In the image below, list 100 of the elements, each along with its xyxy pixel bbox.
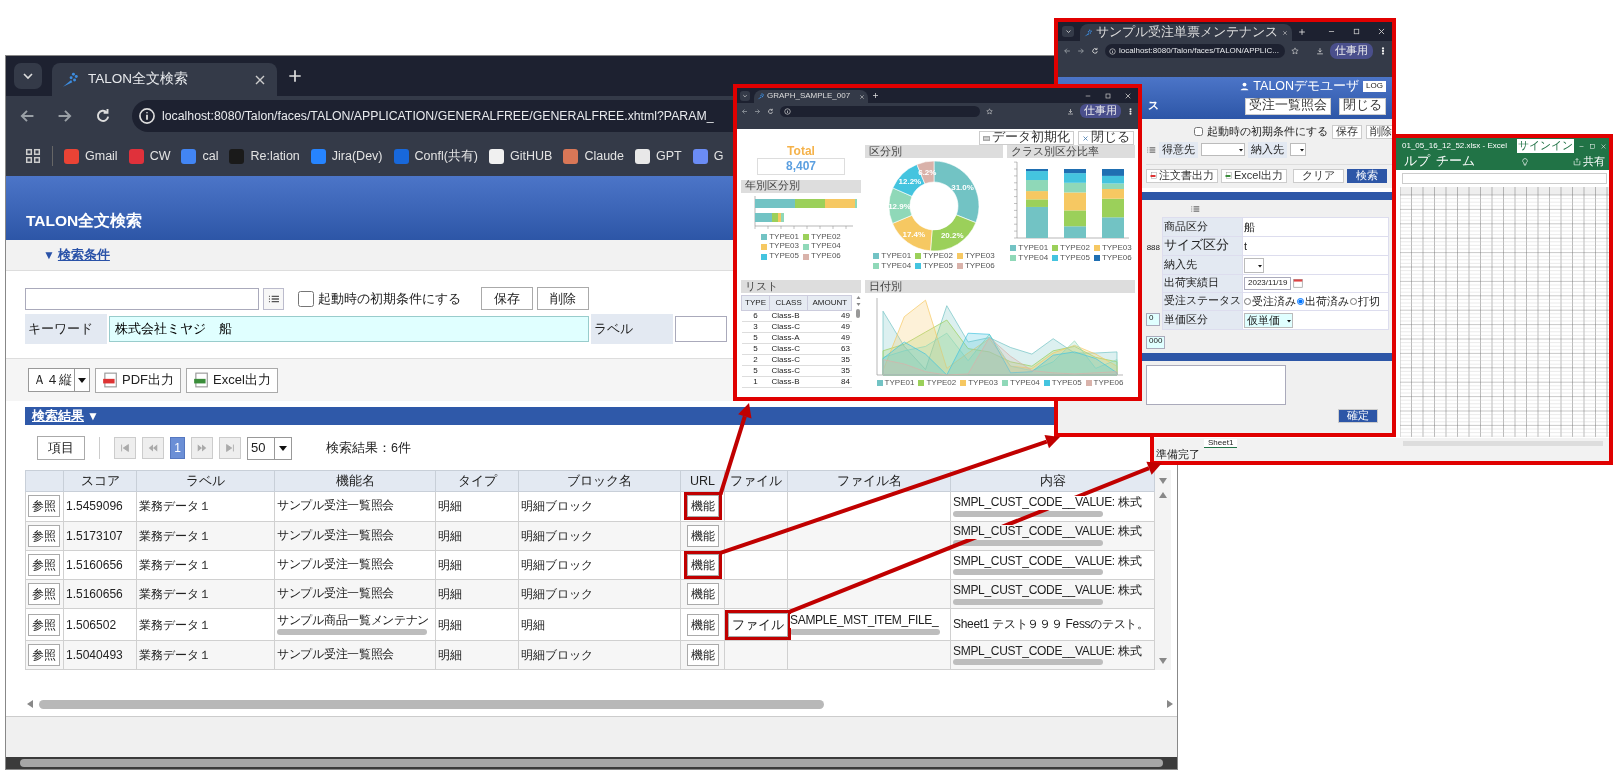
table-cell: 業務データ１	[136, 550, 275, 580]
profile-button[interactable]: 仕事用	[1080, 104, 1121, 118]
browser-tab[interactable]: TALON全文検索	[52, 63, 277, 96]
table-cell: 1.5459096	[63, 491, 137, 522]
function-button[interactable]: 機能	[686, 553, 719, 576]
data-label: 17.4%	[902, 229, 926, 239]
column-header: スコア	[63, 470, 137, 492]
legend-item: TYPE02	[918, 379, 957, 388]
paper-size-select[interactable]: Ａ４縦	[28, 368, 90, 392]
select-field[interactable]: 仮単価	[1244, 313, 1293, 328]
table-cell: 明細	[435, 521, 519, 551]
save-button[interactable]: 保存	[481, 287, 533, 310]
table-cell: Class-B	[769, 376, 808, 388]
table-cell: 明細ブロック	[518, 640, 681, 670]
bookmark-link[interactable]: G	[692, 146, 724, 166]
table-cell: 84	[807, 376, 852, 388]
legend-item: TYPE01	[873, 252, 912, 261]
legend-item: TYPE03	[956, 252, 995, 261]
function-button[interactable]: 機能	[686, 613, 719, 636]
function-button[interactable]: 機能	[686, 495, 719, 518]
save-button[interactable]: 保存	[1332, 124, 1362, 139]
table-cell: 明細ブロック	[518, 521, 681, 551]
legend-item: TYPE02	[1052, 244, 1090, 253]
browser-tab[interactable]: GRAPH_SAMPLE_007	[754, 90, 869, 103]
field-label: 納入先	[1248, 141, 1287, 158]
column-header: AMOUNT	[807, 295, 852, 311]
function-button[interactable]: 機能	[686, 583, 719, 606]
sheet-tab[interactable]: Sheet1	[1204, 438, 1238, 449]
table-cell: サンプル受注一覧照会	[277, 648, 394, 662]
table-cell: 35	[807, 354, 852, 366]
order-list-button[interactable]: 受注一覧照会	[1245, 97, 1331, 115]
date-field[interactable]: 2023/11/19	[1244, 276, 1292, 290]
radio-label: 出荷済み	[1305, 294, 1349, 308]
table-cell: 明細ブロック	[518, 491, 681, 522]
delete-button[interactable]: 削除	[537, 287, 589, 310]
logout-button[interactable]: LOG	[1363, 81, 1386, 93]
view-button[interactable]: 参照	[28, 495, 60, 518]
bookmark-link[interactable]: CW	[128, 146, 171, 166]
bookmark-link[interactable]: GPT	[635, 146, 682, 166]
clear-button[interactable]: クリア	[1292, 168, 1344, 183]
panel-header: 日付別	[865, 280, 1135, 293]
table-cell: Class-C	[769, 354, 808, 366]
bookmark-link[interactable]: cal	[181, 146, 219, 166]
column-header: CLASS	[769, 295, 808, 311]
profile-button[interactable]: 仕事用	[1330, 43, 1373, 59]
results-link[interactable]: 検索結果	[32, 406, 84, 426]
search-conditions-link[interactable]: 検索条件	[57, 245, 110, 265]
share-button[interactable]: 共有	[1573, 155, 1605, 169]
table-cell: サンプル受注一覧照会	[277, 528, 394, 543]
close-button[interactable]: 閉じる	[1339, 97, 1386, 115]
excel-button[interactable]: Excel出力	[186, 367, 278, 393]
legend-item: TYPE04	[873, 261, 912, 271]
table-cell: SAMPLE_MST_ITEM_FILE_	[790, 614, 939, 628]
bookmark-link[interactable]: GitHUB	[489, 146, 553, 166]
status-text: 準備完了	[1156, 448, 1200, 461]
view-button[interactable]: 参照	[28, 553, 60, 576]
order-form-button[interactable]: 注文書出力	[1146, 168, 1218, 183]
text-field[interactable]: 0	[1146, 313, 1160, 327]
table-cell: サンプル商品一覧メンテナン	[277, 614, 430, 628]
legend-item: TYPE04	[1002, 379, 1040, 388]
keyword-field[interactable]: 株式会社ミヤジ 船	[109, 316, 589, 342]
collapse-toggle[interactable]: ▼	[43, 246, 55, 264]
bookmark-link[interactable]: Claude	[563, 146, 625, 166]
bookmark-link[interactable]: Confl(共有)	[393, 146, 479, 166]
view-button[interactable]: 参照	[28, 613, 60, 636]
collapse-toggle[interactable]: ▼	[87, 407, 99, 425]
text-field[interactable]: 000	[1146, 335, 1166, 349]
table-cell: 明細	[435, 491, 519, 522]
file-button[interactable]: ファイル	[728, 612, 788, 637]
table-cell: 1.506502	[63, 608, 137, 641]
pdf-button[interactable]: PDF出力	[95, 367, 181, 393]
checkbox-label: 起動時の初期条件にする	[318, 289, 461, 308]
bookmark-link[interactable]: Jira(Dev)	[310, 146, 383, 166]
ribbon-tab[interactable]: チーム	[1436, 154, 1475, 170]
sign-in-button[interactable]: サインイン	[1517, 139, 1574, 153]
address-bar[interactable]: localhost:8080/Talon/faces/TALON/APPLIC...	[1105, 44, 1285, 58]
browser-tab[interactable]: サンプル受注単票メンテナンス	[1080, 24, 1292, 41]
function-button[interactable]: 機能	[686, 643, 719, 666]
reset-data-button[interactable]: データ初期化	[979, 131, 1074, 145]
bookmark-link[interactable]: Gmail	[64, 146, 118, 166]
close-button[interactable]: 閉じる	[1078, 131, 1134, 145]
view-button[interactable]: 参照	[28, 643, 60, 666]
window-title: 01_05_16_12_52.xlsx - Excel	[1402, 141, 1507, 151]
table-cell: 業務データ１	[136, 491, 275, 522]
column-header: ファイル	[724, 470, 788, 492]
view-button[interactable]: 参照	[28, 583, 60, 606]
excel-button[interactable]: Excel出力	[1221, 168, 1287, 183]
search-button[interactable]: 検索	[1346, 168, 1387, 183]
table-cell: 業務データ１	[136, 608, 275, 641]
confirm-button[interactable]: 確定	[1338, 408, 1378, 423]
table-cell: 業務データ１	[136, 640, 275, 670]
function-button[interactable]: 機能	[686, 524, 719, 547]
view-button[interactable]: 参照	[28, 524, 60, 547]
table-cell: 49	[807, 332, 852, 344]
columns-button[interactable]: 項目	[37, 436, 85, 460]
bookmark-link[interactable]: Re:lation	[229, 146, 300, 166]
page-size-select[interactable]: 50	[247, 436, 292, 460]
ribbon-tab[interactable]: ルプ	[1404, 154, 1430, 170]
delete-button[interactable]: 削除	[1366, 124, 1392, 139]
column-header: ブロック名	[518, 470, 681, 492]
